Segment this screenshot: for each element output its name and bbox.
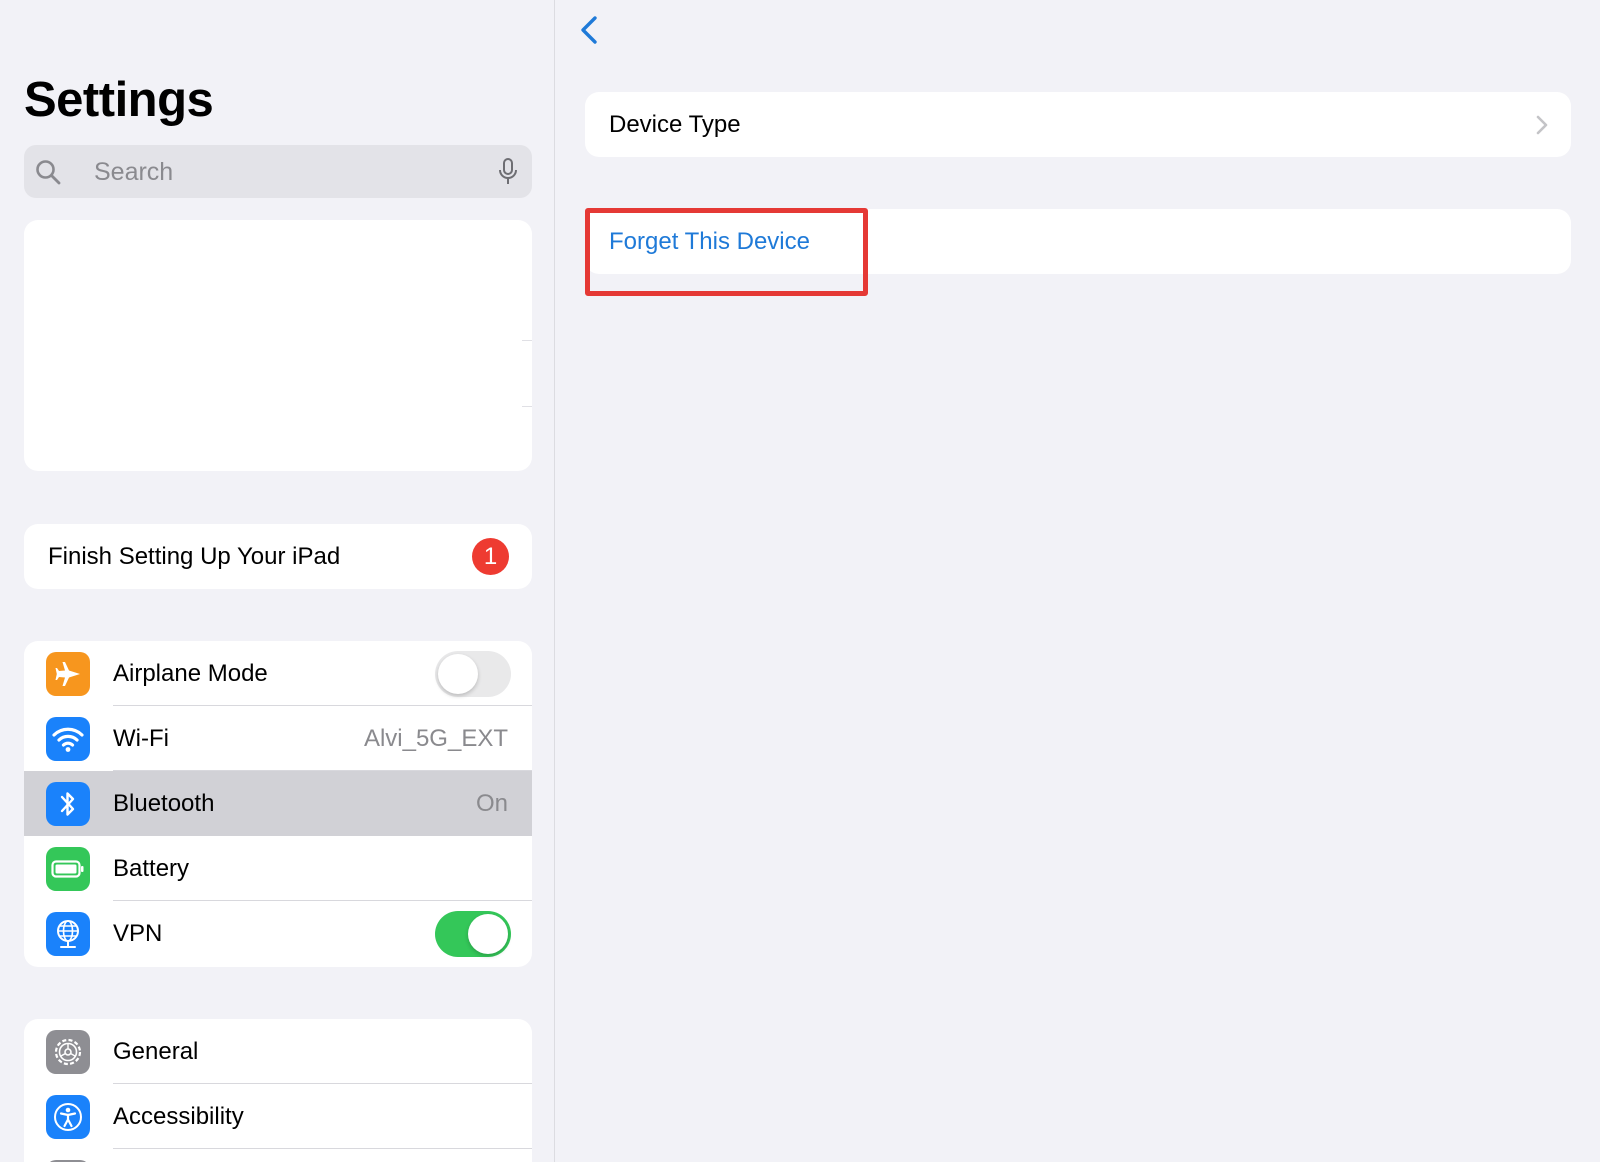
- search-bar[interactable]: [24, 145, 532, 198]
- sidebar-item-general[interactable]: General: [24, 1019, 532, 1084]
- divider: [522, 406, 532, 407]
- detail-pane: Device Type Forget This Device: [556, 0, 1600, 1162]
- airplane-mode-toggle[interactable]: [435, 651, 511, 697]
- wifi-network-name: Alvi_5G_EXT: [363, 725, 508, 752]
- wifi-icon: [46, 717, 90, 761]
- general-group: General Accessibility: [24, 1019, 532, 1162]
- toggle-knob: [468, 914, 508, 954]
- sidebar-item-label: VPN: [113, 920, 163, 947]
- finish-setup-row[interactable]: Finish Setting Up Your iPad 1: [24, 524, 532, 589]
- apple-id-card[interactable]: [24, 220, 532, 471]
- sidebar-item-partial[interactable]: [24, 1149, 532, 1162]
- bluetooth-icon: [46, 782, 90, 826]
- gear-icon: [46, 1030, 90, 1074]
- device-type-row[interactable]: Device Type: [585, 92, 1571, 157]
- sidebar: Settings Finish Setting Up Your iPad 1: [0, 0, 555, 1162]
- accessibility-icon: [46, 1095, 90, 1139]
- sidebar-item-bluetooth[interactable]: Bluetooth On: [24, 771, 532, 836]
- bluetooth-status: On: [475, 790, 508, 817]
- divider: [522, 340, 532, 341]
- page-title: Settings: [24, 73, 214, 127]
- device-type-label: Device Type: [609, 111, 741, 138]
- chevron-left-icon[interactable]: [573, 12, 609, 48]
- notification-badge: 1: [472, 538, 509, 575]
- sidebar-item-label: Battery: [113, 855, 190, 882]
- sidebar-item-label: Accessibility: [113, 1103, 244, 1130]
- vpn-toggle[interactable]: [435, 911, 511, 957]
- sidebar-item-accessibility[interactable]: Accessibility: [24, 1084, 532, 1149]
- settings-app: Settings Finish Setting Up Your iPad 1: [0, 0, 1600, 1162]
- toggle-knob: [438, 654, 478, 694]
- connectivity-group: Airplane Mode Wi-Fi Alvi_5G_EXT Bluetoot…: [24, 641, 532, 967]
- sidebar-item-label: Bluetooth: [113, 790, 215, 817]
- microphone-icon[interactable]: [498, 158, 518, 186]
- search-icon: [36, 160, 61, 185]
- sidebar-item-vpn[interactable]: VPN: [24, 901, 532, 966]
- battery-icon: [46, 847, 90, 891]
- forget-device-label: Forget This Device: [609, 228, 810, 255]
- sidebar-item-label: General: [113, 1038, 199, 1065]
- sidebar-item-label: Wi-Fi: [113, 725, 169, 752]
- sidebar-item-wifi[interactable]: Wi-Fi Alvi_5G_EXT: [24, 706, 532, 771]
- search-input[interactable]: [94, 155, 494, 189]
- airplane-icon: [46, 652, 90, 696]
- sidebar-item-airplane-mode[interactable]: Airplane Mode: [24, 641, 532, 706]
- forget-device-button[interactable]: Forget This Device: [585, 209, 1571, 274]
- finish-setup-label: Finish Setting Up Your iPad: [48, 543, 341, 570]
- chevron-right-icon: [1536, 115, 1548, 135]
- vpn-globe-icon: [46, 912, 90, 956]
- sidebar-item-battery[interactable]: Battery: [24, 836, 532, 901]
- sidebar-item-label: Airplane Mode: [113, 660, 268, 687]
